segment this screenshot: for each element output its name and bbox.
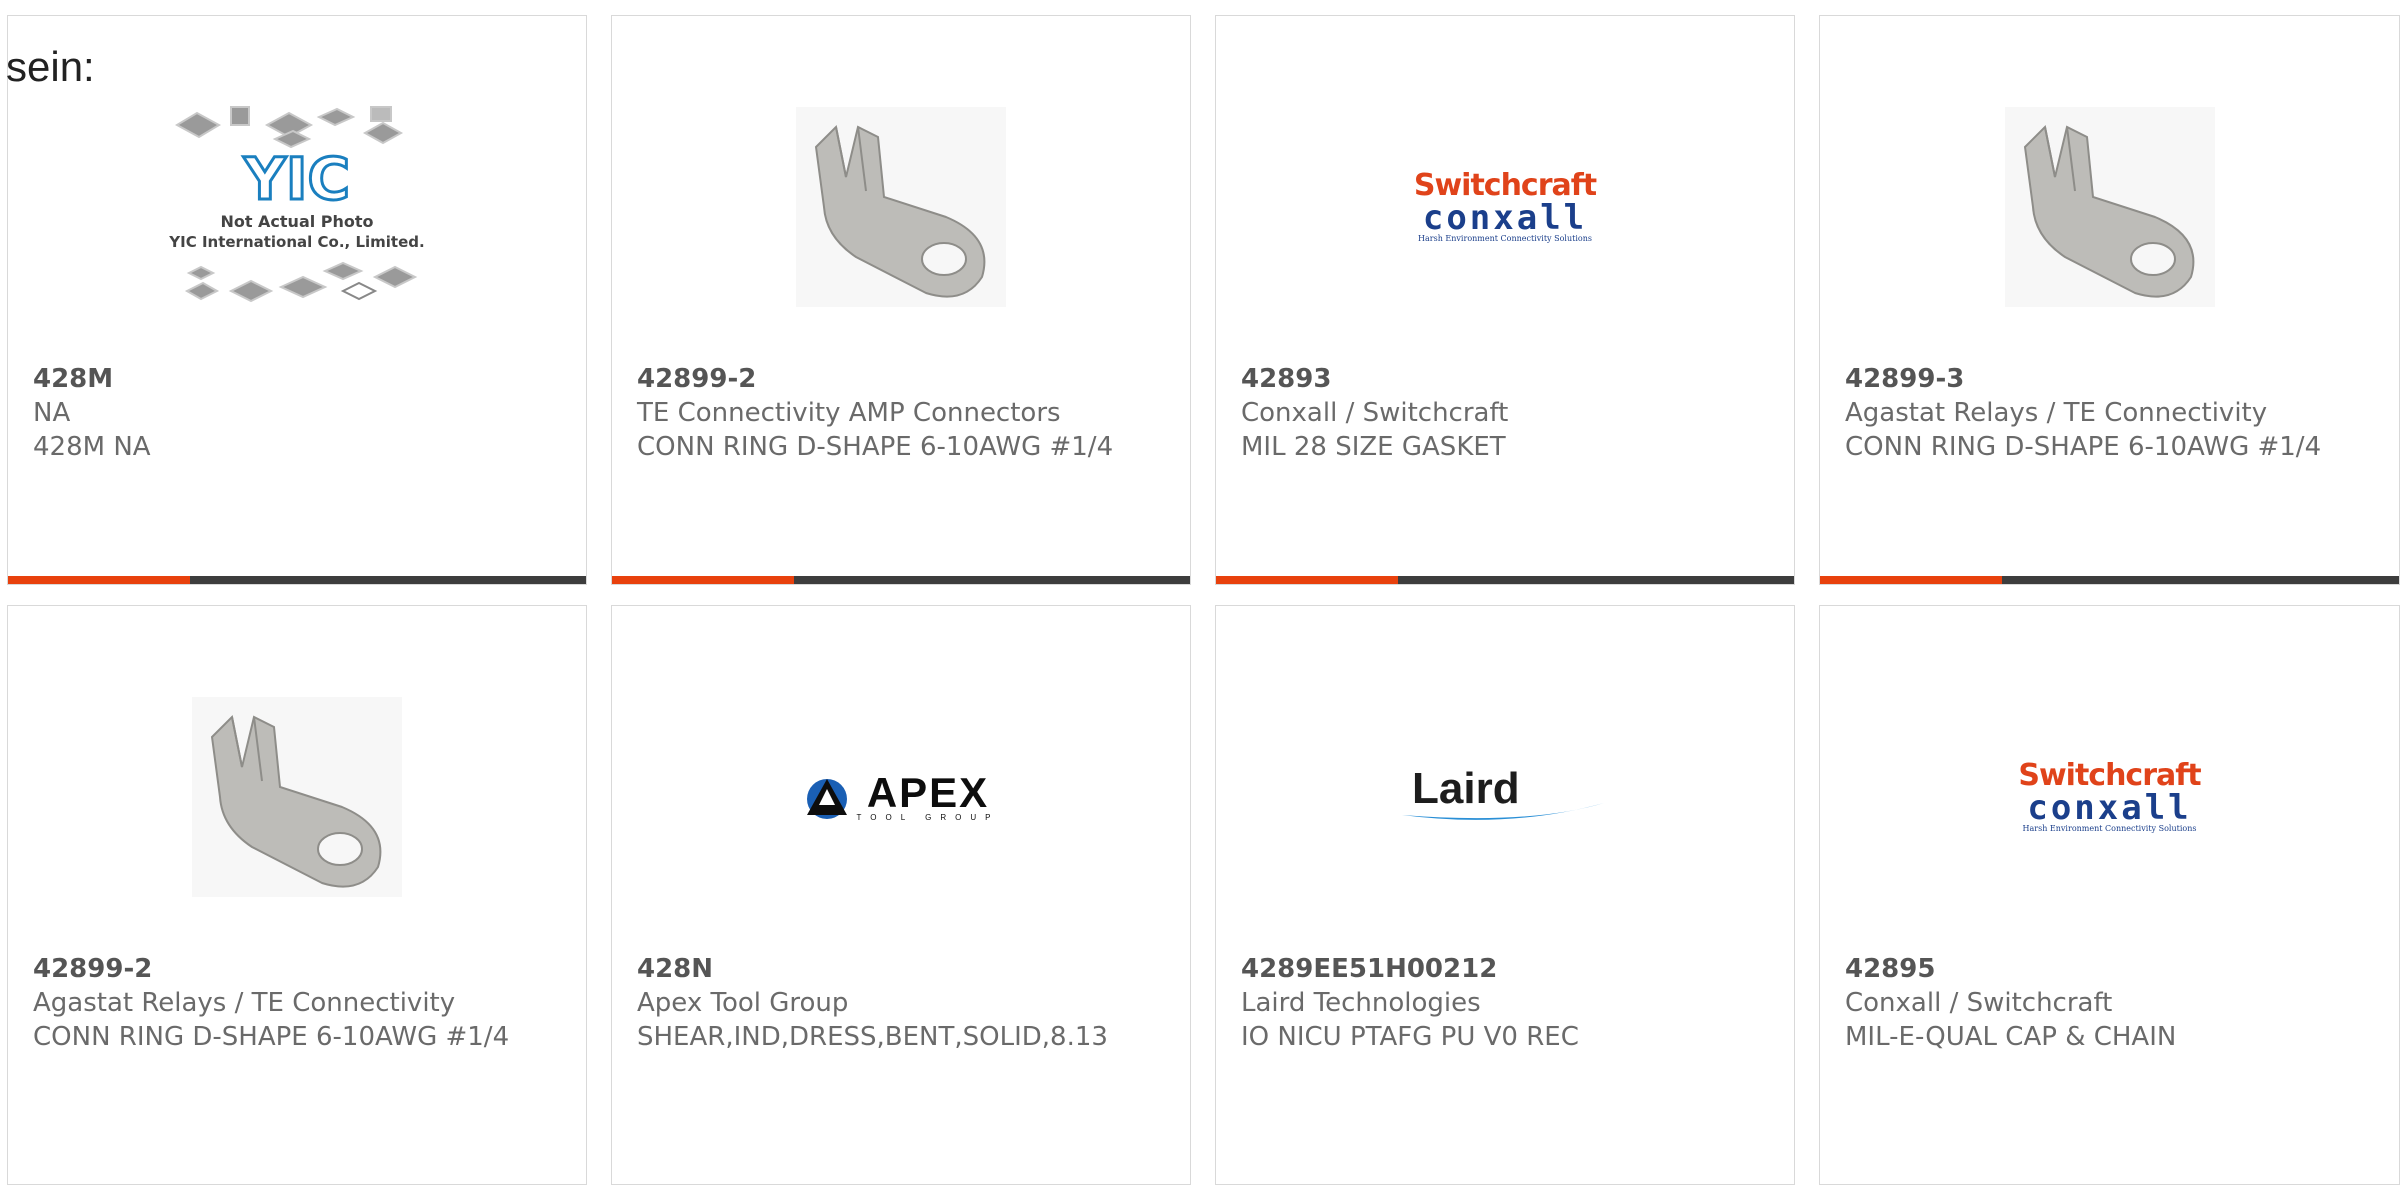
- product-image: [612, 52, 1190, 362]
- ring-terminal-icon: [796, 107, 1006, 307]
- product-info: 42893 Conxall / Switchcraft MIL 28 SIZE …: [1241, 362, 1774, 464]
- description: IO NICU PTAFG PU V0 REC: [1241, 1022, 1579, 1052]
- product-image: Switchcraft conxall Harsh Environment Co…: [1216, 52, 1794, 362]
- product-card[interactable]: YIC Not Actual Photo YIC International C…: [7, 15, 587, 585]
- product-card[interactable]: 42899-2 Agastat Relays / TE Connectivity…: [7, 605, 587, 1185]
- switchcraft-conxall-logo-icon: Switchcraft conxall Harsh Environment Co…: [1413, 168, 1597, 243]
- product-image: [1820, 52, 2399, 362]
- part-number[interactable]: 428M: [33, 362, 566, 396]
- part-number[interactable]: 42899-2: [637, 362, 1170, 396]
- card-bottom-bar: [1820, 576, 2399, 584]
- placeholder-caption-2: YIC International Co., Limited.: [168, 233, 424, 251]
- product-info: 428M NA 428M NA: [33, 362, 566, 464]
- manufacturer: Laird Technologies: [1241, 988, 1481, 1018]
- manufacturer: Apex Tool Group: [637, 988, 849, 1018]
- product-info: 42895 Conxall / Switchcraft MIL-E-QUAL C…: [1845, 952, 2379, 1054]
- description: 428M NA: [33, 432, 151, 462]
- description: CONN RING D-SHAPE 6-10AWG #1/4: [33, 1022, 510, 1052]
- placeholder-caption-1: Not Actual Photo: [220, 212, 373, 231]
- manufacturer: Agastat Relays / TE Connectivity: [1845, 398, 2268, 428]
- apex-triangle-icon: [806, 779, 847, 819]
- laird-logo-icon: Laird: [1400, 767, 1610, 827]
- switchcraft-conxall-logo-icon: Switchcraft conxall Harsh Environment Co…: [2018, 758, 2201, 833]
- product-card[interactable]: Switchcraft conxall Harsh Environment Co…: [1215, 15, 1795, 585]
- product-image: [8, 642, 586, 952]
- description: MIL-E-QUAL CAP & CHAIN: [1845, 1022, 2177, 1052]
- manufacturer: NA: [33, 398, 71, 428]
- card-bottom-bar: [8, 576, 586, 584]
- part-number[interactable]: 42899-2: [33, 952, 566, 986]
- ring-terminal-icon: [192, 697, 402, 897]
- description: CONN RING D-SHAPE 6-10AWG #1/4: [1845, 432, 2322, 462]
- ring-terminal-icon: [2004, 107, 2215, 307]
- description: CONN RING D-SHAPE 6-10AWG #1/4: [637, 432, 1114, 462]
- part-number[interactable]: 428N: [637, 952, 1170, 986]
- part-number[interactable]: 4289EE51H00212: [1241, 952, 1774, 986]
- product-card[interactable]: 42899-3 Agastat Relays / TE Connectivity…: [1819, 15, 2400, 585]
- description: MIL 28 SIZE GASKET: [1241, 432, 1506, 462]
- product-info: 42899-3 Agastat Relays / TE Connectivity…: [1845, 362, 2379, 464]
- product-info: 42899-2 TE Connectivity AMP Connectors C…: [637, 362, 1170, 464]
- product-card[interactable]: Switchcraft conxall Harsh Environment Co…: [1819, 605, 2400, 1185]
- yic-logo-text: YIC: [243, 145, 350, 213]
- manufacturer: TE Connectivity AMP Connectors: [637, 398, 1061, 428]
- product-image: APEX TOOL GROUP: [612, 642, 1190, 952]
- intro-text: sein:: [6, 43, 95, 90]
- apex-tool-group-logo-icon: APEX TOOL GROUP: [803, 772, 1000, 822]
- yic-placeholder-icon: YIC Not Actual Photo YIC International C…: [168, 106, 425, 303]
- product-info: 42899-2 Agastat Relays / TE Connectivity…: [33, 952, 566, 1054]
- manufacturer: Agastat Relays / TE Connectivity: [33, 988, 456, 1018]
- part-number[interactable]: 42893: [1241, 362, 1774, 396]
- product-image: Switchcraft conxall Harsh Environment Co…: [1820, 642, 2399, 952]
- product-card[interactable]: APEX TOOL GROUP 428N Apex Tool Group SHE…: [611, 605, 1191, 1185]
- laird-swoosh-icon: [1402, 803, 1604, 820]
- manufacturer: Conxall / Switchcraft: [1845, 988, 2113, 1018]
- product-card[interactable]: 42899-2 TE Connectivity AMP Connectors C…: [611, 15, 1191, 585]
- product-card[interactable]: Laird 4289EE51H00212 Laird Technologies …: [1215, 605, 1795, 1185]
- product-info: 428N Apex Tool Group SHEAR,IND,DRESS,BEN…: [637, 952, 1170, 1054]
- product-info: 4289EE51H00212 Laird Technologies IO NIC…: [1241, 952, 1774, 1054]
- card-bottom-bar: [1216, 576, 1794, 584]
- description: SHEAR,IND,DRESS,BENT,SOLID,8.13: [637, 1022, 1108, 1052]
- card-bottom-bar: [612, 576, 1190, 584]
- product-image: Laird: [1216, 642, 1794, 952]
- product-image: YIC Not Actual Photo YIC International C…: [8, 52, 586, 362]
- part-number[interactable]: 42895: [1845, 952, 2379, 986]
- part-number[interactable]: 42899-3: [1845, 362, 2379, 396]
- manufacturer: Conxall / Switchcraft: [1241, 398, 1509, 428]
